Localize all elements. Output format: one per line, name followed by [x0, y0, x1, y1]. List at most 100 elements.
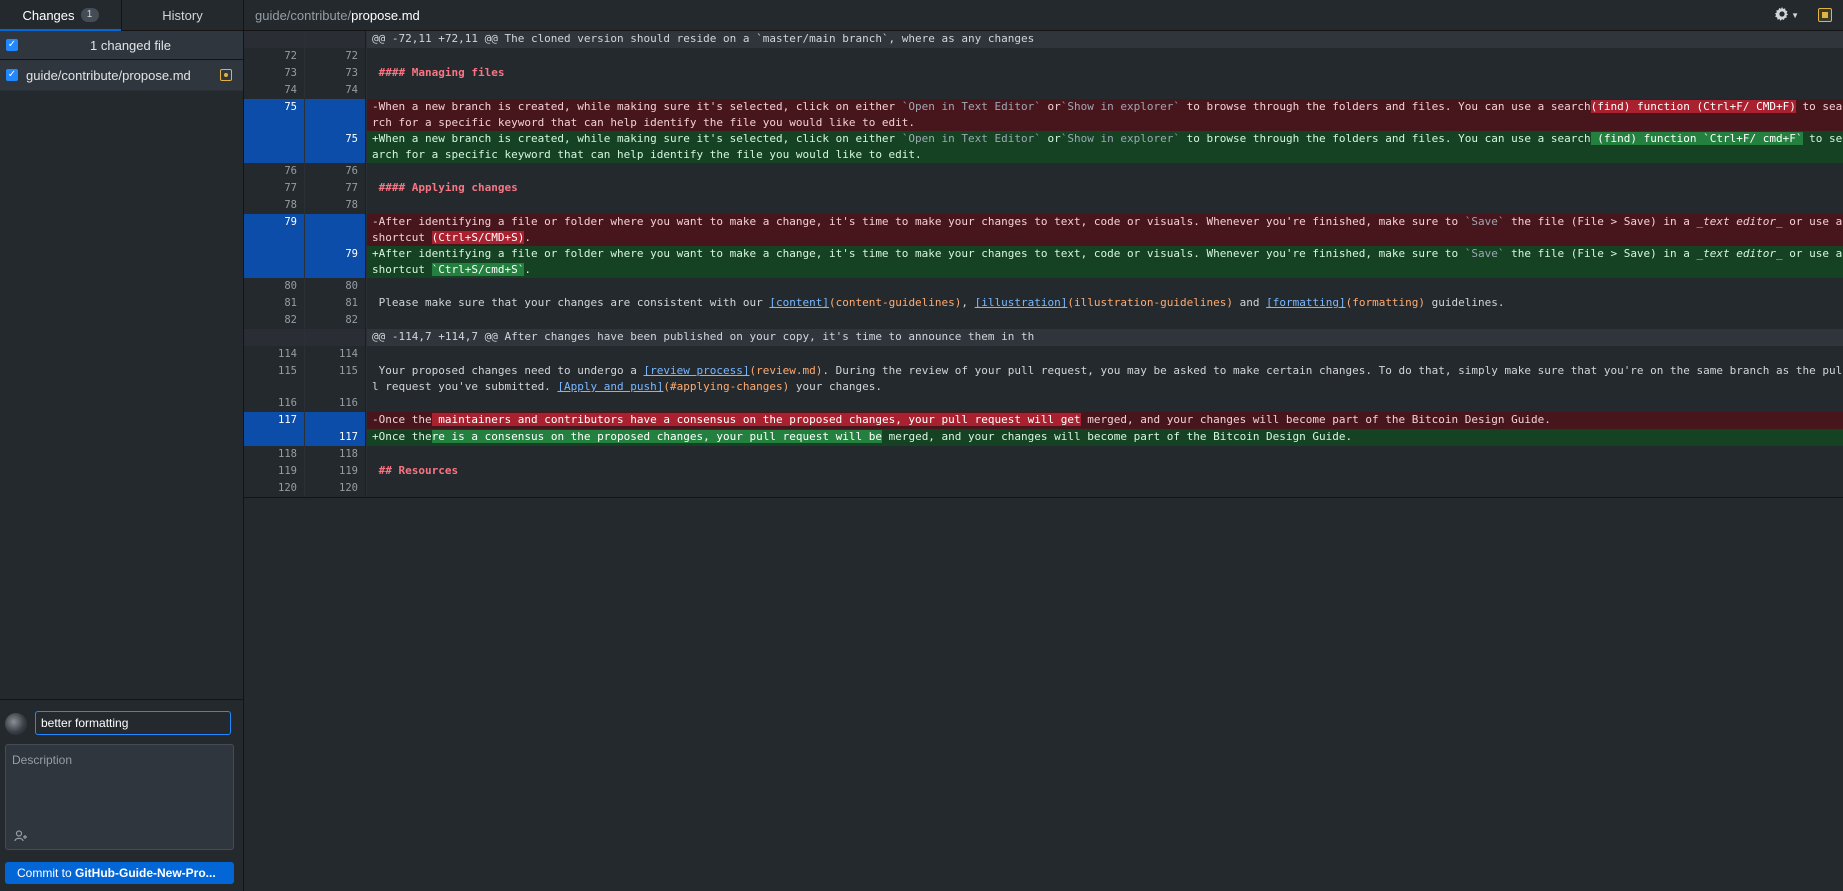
old-line-number[interactable]: 78	[244, 197, 305, 214]
old-line-number[interactable]: 117	[244, 412, 305, 429]
old-line-number[interactable]	[244, 131, 305, 163]
diff-context-line[interactable]: 74 74	[244, 82, 1843, 99]
diff-context-line[interactable]: 118 118	[244, 446, 1843, 463]
commit-description-field[interactable]: Description	[5, 744, 234, 850]
diff-context-line[interactable]: 119 119 ## Resources	[244, 463, 1843, 480]
new-line-number[interactable]: 115	[305, 363, 366, 395]
diff-context-line[interactable]: 114 114	[244, 346, 1843, 363]
old-line-number[interactable]	[244, 31, 305, 48]
tab-history[interactable]: History	[121, 0, 243, 30]
old-line-number[interactable]	[244, 329, 305, 346]
diff-text-segment: re is a consensus on the proposed change…	[431, 430, 882, 443]
commit-button[interactable]: Commit to GitHub-Guide-New-Pro...	[5, 862, 234, 884]
old-line-number[interactable]: 114	[244, 346, 305, 363]
old-line-number[interactable]	[244, 246, 305, 278]
diff-context-line[interactable]: 82 82	[244, 312, 1843, 329]
old-line-number[interactable]: 120	[244, 480, 305, 497]
diff-context-line[interactable]: 116 116	[244, 395, 1843, 412]
new-line-number[interactable]: 76	[305, 163, 366, 180]
old-line-number[interactable]: 82	[244, 312, 305, 329]
diff-context-line[interactable]: 80 80	[244, 278, 1843, 295]
file-modified-icon	[220, 69, 232, 81]
old-line-number[interactable]: 115	[244, 363, 305, 395]
diff-context-line[interactable]: 120 120	[244, 480, 1843, 497]
whitespace-toggle-icon[interactable]	[1818, 8, 1832, 22]
diff-deleted-line[interactable]: 117 -Once the maintainers and contributor…	[244, 412, 1843, 429]
diff-text-segment: `Save`	[1464, 215, 1505, 228]
diff-text-segment: the file (File > Save) in a	[1504, 247, 1697, 260]
old-line-number[interactable]: 79	[244, 214, 305, 246]
diff-line-text: #### Applying changes	[366, 180, 1843, 197]
diff-text-segment: or	[1040, 132, 1061, 145]
diff-added-line[interactable]: 117 +Once there is a consensus on the pro…	[244, 429, 1843, 446]
new-line-number[interactable]: 118	[305, 446, 366, 463]
file-path-header: guide/contribute/propose.md ▼	[244, 0, 1843, 31]
new-line-number[interactable]: 80	[305, 278, 366, 295]
diff-context-line[interactable]: 81 81 Please make sure that your changes …	[244, 295, 1843, 312]
diff-hunk-header[interactable]: @@ -72,11 +72,11 @@ The cloned version s…	[244, 31, 1843, 48]
new-line-number[interactable]: 72	[305, 48, 366, 65]
new-line-number[interactable]: 77	[305, 180, 366, 197]
diff-text-segment: ,	[961, 296, 975, 309]
new-line-number[interactable]: 114	[305, 346, 366, 363]
commit-summary-input[interactable]	[35, 711, 231, 735]
new-line-number[interactable]: 117	[305, 429, 366, 446]
new-line-number[interactable]	[305, 31, 366, 48]
new-line-number[interactable]: 73	[305, 65, 366, 82]
diff-text-segment: `Open in Text Editor`	[901, 132, 1041, 145]
old-line-number[interactable]: 76	[244, 163, 305, 180]
diff-deleted-line[interactable]: 79 -After identifying a file or folder wh…	[244, 214, 1843, 246]
new-line-number[interactable]: 78	[305, 197, 366, 214]
diff-text-segment: (#applying-changes)	[663, 380, 790, 393]
diff-line-text	[366, 278, 1843, 295]
old-line-number[interactable]	[244, 429, 305, 446]
diff-text-segment: merged, and your changes will become par…	[881, 430, 1353, 443]
old-line-number[interactable]: 77	[244, 180, 305, 197]
new-line-number[interactable]: 74	[305, 82, 366, 99]
file-include-checkbox[interactable]: ✓	[6, 69, 18, 81]
add-coauthor-icon[interactable]	[14, 830, 28, 845]
old-line-number[interactable]: 119	[244, 463, 305, 480]
old-line-number[interactable]: 72	[244, 48, 305, 65]
diff-text-segment: @@ -72,11 +72,11 @@ The cloned version s…	[372, 32, 1035, 45]
new-line-number[interactable]	[305, 412, 366, 429]
diff-added-line[interactable]: 75 +When a new branch is created, while m…	[244, 131, 1843, 163]
new-line-number[interactable]: 120	[305, 480, 366, 497]
diff-context-line[interactable]: 77 77 #### Applying changes	[244, 180, 1843, 197]
commit-button-branch: GitHub-Guide-New-Pro...	[75, 866, 216, 880]
old-line-number[interactable]: 74	[244, 82, 305, 99]
diff-context-line[interactable]: 72 72	[244, 48, 1843, 65]
diff-line-text	[366, 312, 1843, 329]
select-all-checkbox[interactable]: ✓	[6, 39, 18, 51]
old-line-number[interactable]: 73	[244, 65, 305, 82]
diff-text-segment: -After identifying a file or folder wher…	[372, 215, 1465, 228]
old-line-number[interactable]: 118	[244, 446, 305, 463]
new-line-number[interactable]: 116	[305, 395, 366, 412]
old-line-number[interactable]: 81	[244, 295, 305, 312]
new-line-number[interactable]: 119	[305, 463, 366, 480]
diff-context-line[interactable]: 78 78	[244, 197, 1843, 214]
diff-text-segment	[372, 181, 379, 194]
new-line-number[interactable]: 79	[305, 246, 366, 278]
new-line-number[interactable]: 81	[305, 295, 366, 312]
old-line-number[interactable]: 75	[244, 99, 305, 131]
new-line-number[interactable]	[305, 99, 366, 131]
new-line-number[interactable]	[305, 329, 366, 346]
diff-hunk-header[interactable]: @@ -114,7 +114,7 @@ After changes have b…	[244, 329, 1843, 346]
diff-context-line[interactable]: 76 76	[244, 163, 1843, 180]
diff-deleted-line[interactable]: 75 -When a new branch is created, while m…	[244, 99, 1843, 131]
diff-context-line[interactable]: 73 73 #### Managing files	[244, 65, 1843, 82]
diff-view: guide/contribute/propose.md ▼ @@ -72,11 …	[244, 0, 1843, 891]
diff-context-line[interactable]: 115 115 Your proposed changes need to und…	[244, 363, 1843, 395]
new-line-number[interactable]	[305, 214, 366, 246]
diff-added-line[interactable]: 79 +After identifying a file or folder wh…	[244, 246, 1843, 278]
changed-file-item[interactable]: ✓ guide/contribute/propose.md	[0, 60, 243, 91]
tab-changes[interactable]: Changes 1	[0, 0, 121, 31]
old-line-number[interactable]: 80	[244, 278, 305, 295]
diff-text-segment: merged, and your changes will become par…	[1080, 413, 1551, 426]
old-line-number[interactable]: 116	[244, 395, 305, 412]
diff-line-text	[366, 480, 1843, 497]
new-line-number[interactable]: 82	[305, 312, 366, 329]
new-line-number[interactable]: 75	[305, 131, 366, 163]
diff-options-button[interactable]: ▼	[1775, 7, 1799, 24]
